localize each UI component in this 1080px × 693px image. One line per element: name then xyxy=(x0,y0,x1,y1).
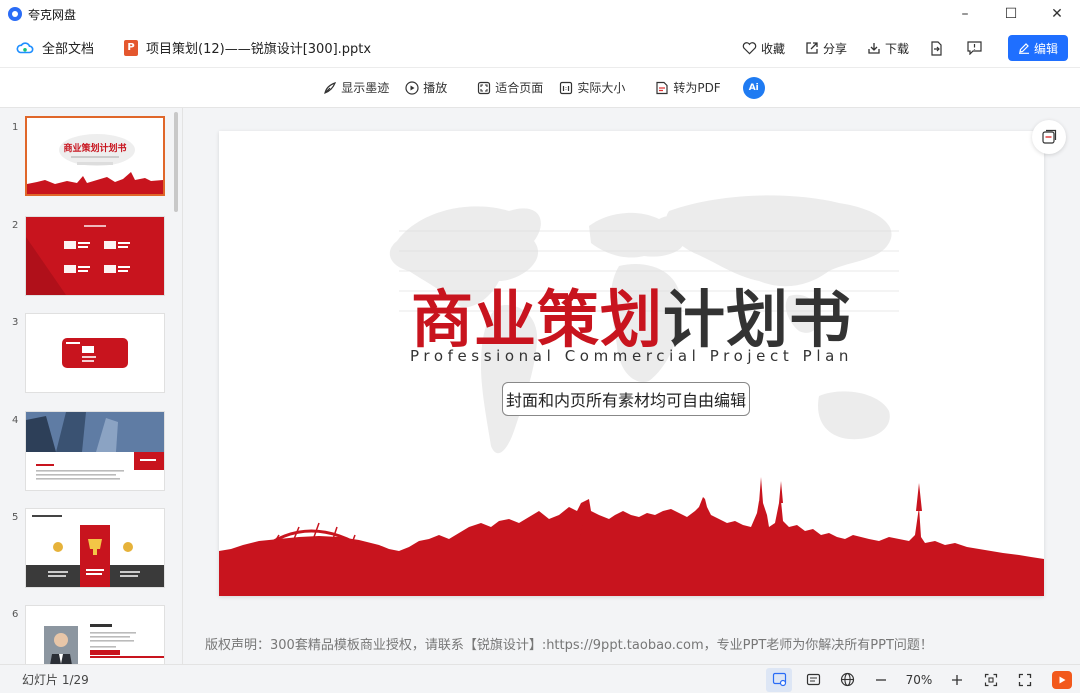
slideshow-play-button[interactable] xyxy=(1052,670,1072,689)
edit-button[interactable]: 编辑 xyxy=(1008,35,1068,61)
globe-icon xyxy=(840,672,854,687)
fit-screen-icon xyxy=(984,673,998,686)
zoom-in-button[interactable] xyxy=(944,668,970,692)
thumbnail-slide-5[interactable] xyxy=(25,508,165,588)
maximize-button[interactable]: ☐ xyxy=(988,0,1034,28)
slide-viewer: 商业策划计划书 Professional Commercial Project … xyxy=(184,108,1080,664)
thumbnail-slide-2[interactable] xyxy=(25,216,165,296)
favorite-button[interactable]: 收藏 xyxy=(742,40,785,57)
thumbnail-1-preview: 商业策划计划书 xyxy=(27,118,163,194)
thumbnail-6-preview xyxy=(26,606,164,664)
thumbnail-slide-6[interactable] xyxy=(25,605,165,664)
fullscreen-icon xyxy=(1018,673,1032,686)
notes-icon xyxy=(806,673,820,686)
convert-pdf-button[interactable]: 转为PDF xyxy=(655,79,721,96)
app-title: 夸克网盘 xyxy=(28,7,77,22)
fit-page-icon xyxy=(478,81,491,94)
status-bar: 幻灯片 1/29 70% xyxy=(0,664,1080,693)
minus-icon xyxy=(876,678,886,681)
thumbnail-4-preview xyxy=(26,412,164,490)
share-icon xyxy=(806,42,818,54)
thumbnail-3-preview xyxy=(26,314,164,392)
sidebar-scrollbar[interactable] xyxy=(174,112,178,212)
file-actions: 收藏 分享 下载 编辑 xyxy=(722,34,1068,62)
thumbnail-5-preview xyxy=(26,509,164,587)
fullscreen-button[interactable] xyxy=(1012,668,1038,692)
actual-size-icon xyxy=(560,81,573,94)
download-label: 下载 xyxy=(884,41,909,56)
pptx-file-icon: P xyxy=(124,39,139,56)
zoom-level[interactable]: 70% xyxy=(904,673,934,687)
thumbnail-slide-3[interactable] xyxy=(25,313,165,393)
thumbnail-number: 3 xyxy=(12,317,19,328)
view-controls: 70% xyxy=(758,665,1072,693)
title-bar: 夸克网盘 – ☐ ✕ xyxy=(0,0,1080,28)
convert-pdf-label: 转为PDF xyxy=(673,81,721,95)
share-button[interactable]: 分享 xyxy=(805,40,847,57)
favorite-label: 收藏 xyxy=(760,41,785,56)
viewer-toolbar: 显示墨迹 播放 适合页面 实际大小 转为PDF Ai xyxy=(0,68,1080,108)
save-to-cloud-button[interactable] xyxy=(929,40,947,56)
show-ink-button[interactable]: 显示墨迹 xyxy=(323,79,389,96)
thumbnail-2-preview xyxy=(26,217,164,295)
play-icon xyxy=(1059,676,1066,683)
current-slide[interactable]: 商业策划计划书 Professional Commercial Project … xyxy=(219,131,1044,596)
slide-tool-icon xyxy=(1042,129,1057,144)
window-controls: – ☐ ✕ xyxy=(942,0,1080,28)
download-button[interactable]: 下载 xyxy=(867,40,909,57)
floating-tool-button[interactable] xyxy=(1032,120,1066,154)
fit-view-button[interactable] xyxy=(978,668,1004,692)
heart-icon xyxy=(742,42,757,55)
show-ink-label: 显示墨迹 xyxy=(341,81,390,95)
play-button[interactable]: 播放 xyxy=(405,79,447,96)
comment-button[interactable] xyxy=(967,41,986,55)
notes-view-button[interactable] xyxy=(800,668,826,692)
pdf-icon xyxy=(656,81,668,94)
download-icon xyxy=(868,43,880,54)
slide-view-icon xyxy=(772,672,786,687)
thumbnail-title: 商业策划计划书 xyxy=(63,142,126,154)
cloud-icon[interactable] xyxy=(16,39,34,57)
file-name: 项目策划(12)——锐旗设计[300].pptx xyxy=(146,42,372,57)
file-bar: 全部文档 P 项目策划(12)——锐旗设计[300].pptx 收藏 分享 下载… xyxy=(0,28,1080,68)
play-circle-icon xyxy=(405,80,419,95)
slide-title: 商业策划计划书 xyxy=(219,269,1044,359)
copyright-notice: 版权声明：300套精品模板商业授权，请联系【锐旗设计】:https://9ppt… xyxy=(205,638,933,653)
minimize-button[interactable]: – xyxy=(942,0,988,28)
slide-subtitle: Professional Commercial Project Plan xyxy=(410,347,853,365)
ink-pen-icon xyxy=(324,81,337,94)
zoom-out-button[interactable] xyxy=(868,668,894,692)
plus-icon xyxy=(952,674,962,685)
normal-view-button[interactable] xyxy=(766,667,792,692)
thumbnail-slide-4[interactable] xyxy=(25,411,165,491)
slide-counter: 幻灯片 1/29 xyxy=(22,672,89,687)
thumbnail-number: 1 xyxy=(12,122,19,133)
actual-size-button[interactable]: 实际大小 xyxy=(559,79,625,96)
share-label: 分享 xyxy=(822,41,847,56)
slide-note-box: 封面和内页所有素材均可自由编辑 xyxy=(502,382,750,416)
slide-thumbnails-panel: 1 商业策划计划书 2 3 4 5 6 xyxy=(0,108,183,664)
file-export-icon xyxy=(931,40,942,56)
thumbnail-number: 2 xyxy=(12,220,19,231)
thumbnail-slide-1[interactable]: 商业策划计划书 xyxy=(25,116,165,196)
quark-logo-icon xyxy=(8,7,22,21)
fit-page-button[interactable]: 适合页面 xyxy=(477,79,543,96)
edit-label: 编辑 xyxy=(1033,41,1058,56)
comment-icon xyxy=(967,41,982,55)
fit-page-label: 适合页面 xyxy=(495,81,544,95)
thumbnail-number: 4 xyxy=(12,415,19,426)
slide-title-dark: 计划书 xyxy=(663,283,853,356)
play-label: 播放 xyxy=(423,81,448,95)
ai-assistant-button[interactable]: Ai xyxy=(742,76,765,99)
web-view-button[interactable] xyxy=(834,668,860,692)
thumbnail-number: 6 xyxy=(12,609,19,620)
actual-size-label: 实际大小 xyxy=(577,81,626,95)
thumbnail-number: 5 xyxy=(12,512,19,523)
pencil-icon xyxy=(1018,43,1029,54)
slide-title-red: 商业策划 xyxy=(410,283,663,356)
all-documents-link[interactable]: 全部文档 xyxy=(42,38,94,57)
close-button[interactable]: ✕ xyxy=(1034,0,1080,28)
